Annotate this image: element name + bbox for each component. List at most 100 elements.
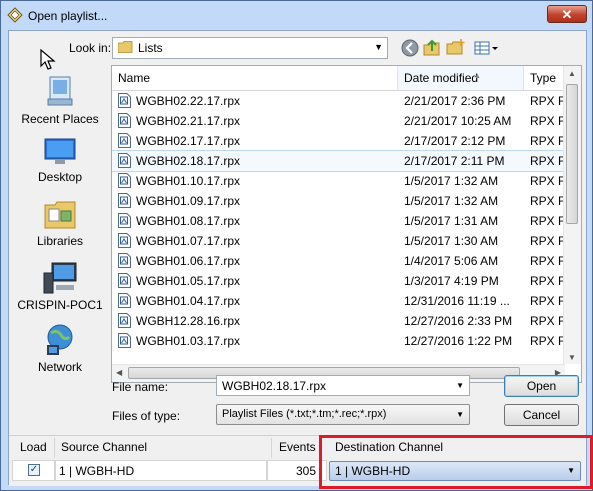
sort-caret-icon: ▲	[474, 73, 481, 80]
place-recent-places[interactable]: Recent Places	[11, 75, 109, 126]
title-bar[interactable]: Open playlist... ✕	[1, 1, 592, 31]
rpx-file-icon	[118, 253, 131, 268]
file-row[interactable]: WGBH01.06.17.rpx 1/4/2017 5:06 AM RPX Fil	[112, 251, 572, 271]
file-row[interactable]: WGBH01.05.17.rpx 1/3/2017 4:19 PM RPX Fil	[112, 271, 572, 291]
file-date-cell: 1/5/2017 1:32 AM	[404, 174, 499, 188]
rpx-file-icon	[118, 293, 131, 308]
column-header-date[interactable]: ▲ Date modified	[398, 66, 524, 90]
place-computer[interactable]: CRISPIN-POC1	[11, 261, 109, 312]
file-date-cell: 1/4/2017 5:06 AM	[404, 254, 499, 268]
rpx-file-icon	[118, 233, 131, 248]
column-separator	[271, 438, 272, 458]
file-name-label: File name:	[112, 380, 169, 394]
place-label: Desktop	[37, 170, 83, 184]
column-separator	[54, 438, 55, 458]
recent-places-icon	[47, 76, 73, 106]
file-name-cell: WGBH01.10.17.rpx	[136, 174, 241, 188]
place-desktop[interactable]: Desktop	[11, 137, 109, 184]
file-row[interactable]: WGBH01.07.17.rpx 1/5/2017 1:30 AM RPX Fil	[112, 231, 572, 251]
file-row[interactable]: WGBH01.03.17.rpx 12/27/2016 1:22 PM RPX Fi…	[112, 331, 572, 351]
vertical-scrollbar[interactable]: ▲ ▼	[563, 66, 581, 364]
file-type-label: Files of type:	[112, 409, 181, 423]
file-date-cell: 2/17/2017 2:12 PM	[404, 134, 506, 148]
file-name-input[interactable]: WGBH02.18.17.rpx ▼	[216, 375, 470, 396]
file-row[interactable]: WGBH01.09.17.rpx 1/5/2017 1:32 AM RPX Fil	[112, 191, 572, 211]
events-header: Events	[279, 440, 316, 454]
close-button[interactable]: ✕	[547, 5, 587, 23]
file-date-cell: 12/31/2016 11:19 ...	[404, 294, 510, 308]
file-row[interactable]: WGBH02.22.17.rpx 2/21/2017 2:36 PM RPX Fil	[112, 91, 572, 111]
chevron-down-icon: ▼	[456, 410, 464, 419]
scroll-down-icon[interactable]: ▼	[568, 353, 576, 362]
column-header-date-label: Date modified	[404, 71, 479, 85]
file-date-cell: 2/17/2017 2:11 PM	[404, 154, 505, 168]
cancel-button[interactable]: Cancel	[504, 404, 579, 426]
source-channel-header: Source Channel	[61, 440, 148, 454]
file-date-cell: 1/5/2017 1:31 AM	[404, 214, 499, 228]
file-date-cell: 1/5/2017 1:30 AM	[404, 234, 499, 248]
file-name-cell: WGBH02.22.17.rpx	[136, 94, 241, 108]
file-date-cell: 2/21/2017 2:36 PM	[404, 94, 506, 108]
playlist-app-icon	[7, 7, 23, 23]
rpx-file-icon	[118, 93, 131, 108]
place-libraries[interactable]: Libraries	[11, 199, 109, 248]
chevron-down-icon[interactable]: ▼	[456, 381, 464, 390]
rpx-file-icon	[118, 333, 131, 348]
open-playlist-dialog: Open playlist... ✕ Look in: Lists ▼ Rece…	[0, 0, 593, 491]
file-name-cell: WGBH01.07.17.rpx	[136, 234, 241, 248]
file-row[interactable]: WGBH02.21.17.rpx 2/21/2017 10:25 AM RPX Fi…	[112, 111, 572, 131]
file-date-cell: 12/27/2016 2:33 PM	[404, 314, 513, 328]
place-label: Recent Places	[21, 112, 99, 126]
scroll-left-icon[interactable]: ◀	[116, 368, 122, 377]
column-header-name[interactable]: Name	[112, 66, 398, 90]
file-list[interactable]: Name ▲ Date modified Type WGBH02.22.17.r…	[111, 65, 582, 383]
file-row[interactable]: WGBH02.18.17.rpx 2/17/2017 2:11 PM RPX Fil	[112, 150, 573, 172]
file-date-cell: 2/21/2017 10:25 AM	[404, 114, 512, 128]
file-row[interactable]: WGBH01.08.17.rpx 1/5/2017 1:31 AM RPX Fil	[112, 211, 572, 231]
chevron-down-icon: ▼	[374, 42, 383, 52]
scroll-up-icon[interactable]: ▲	[568, 69, 576, 78]
view-menu-icon[interactable]	[473, 38, 499, 58]
file-name-cell: WGBH02.18.17.rpx	[136, 154, 241, 168]
dialog-client-area: Look in: Lists ▼ Recent Places Desktop L…	[8, 30, 587, 486]
rpx-file-icon	[118, 273, 131, 288]
file-row[interactable]: WGBH12.28.16.rpx 12/27/2016 2:33 PM RPX Fi…	[112, 311, 572, 331]
file-row[interactable]: WGBH01.04.17.rpx 12/31/2016 11:19 ... RPX …	[112, 291, 572, 311]
up-folder-icon[interactable]	[422, 38, 442, 58]
file-name-value: WGBH02.18.17.rpx	[222, 379, 327, 393]
network-icon	[47, 324, 73, 355]
source-channel-cell: 1 | WGBH-HD	[55, 460, 267, 481]
look-in-label: Look in:	[69, 41, 112, 55]
load-header: Load	[20, 440, 47, 454]
place-label: Network	[37, 360, 82, 374]
file-name-cell: WGBH01.09.17.rpx	[136, 194, 241, 208]
file-type-select[interactable]: Playlist Files (*.txt;*.tm;*.rec;*.rpx) …	[216, 404, 470, 425]
rpx-file-icon	[118, 173, 131, 188]
file-date-cell: 1/5/2017 1:32 AM	[404, 194, 499, 208]
rpx-file-icon	[118, 153, 131, 168]
open-button[interactable]: Open	[504, 375, 579, 397]
file-list-header: Name ▲ Date modified Type	[112, 66, 572, 91]
mouse-cursor-icon	[40, 49, 56, 70]
file-name-cell: WGBH02.17.17.rpx	[136, 134, 241, 148]
rpx-file-icon	[118, 113, 131, 128]
rpx-file-icon	[118, 213, 131, 228]
file-row[interactable]: WGBH01.10.17.rpx 1/5/2017 1:32 AM RPX Fil	[112, 171, 572, 191]
back-icon[interactable]	[400, 38, 420, 58]
place-network[interactable]: Network	[11, 323, 109, 374]
rpx-file-icon	[118, 193, 131, 208]
new-folder-icon[interactable]	[446, 38, 466, 58]
file-name-cell: WGBH02.21.17.rpx	[136, 114, 241, 128]
file-name-cell: WGBH01.06.17.rpx	[136, 254, 241, 268]
computer-icon	[43, 262, 77, 294]
file-name-cell: WGBH01.05.17.rpx	[136, 274, 241, 288]
file-row[interactable]: WGBH02.17.17.rpx 2/17/2017 2:12 PM RPX Fil	[112, 131, 572, 151]
places-bar: Recent Places Desktop Libraries CRISPIN-…	[11, 65, 109, 407]
rpx-file-icon	[118, 313, 131, 328]
load-checkbox[interactable]: ✓	[28, 464, 40, 476]
look-in-combo[interactable]: Lists ▼	[112, 37, 388, 59]
file-type-value: Playlist Files (*.txt;*.tm;*.rec;*.rpx)	[222, 408, 387, 420]
file-name-cell: WGBH12.28.16.rpx	[136, 314, 241, 328]
rpx-file-icon	[118, 133, 131, 148]
vertical-scroll-thumb[interactable]	[566, 84, 578, 224]
